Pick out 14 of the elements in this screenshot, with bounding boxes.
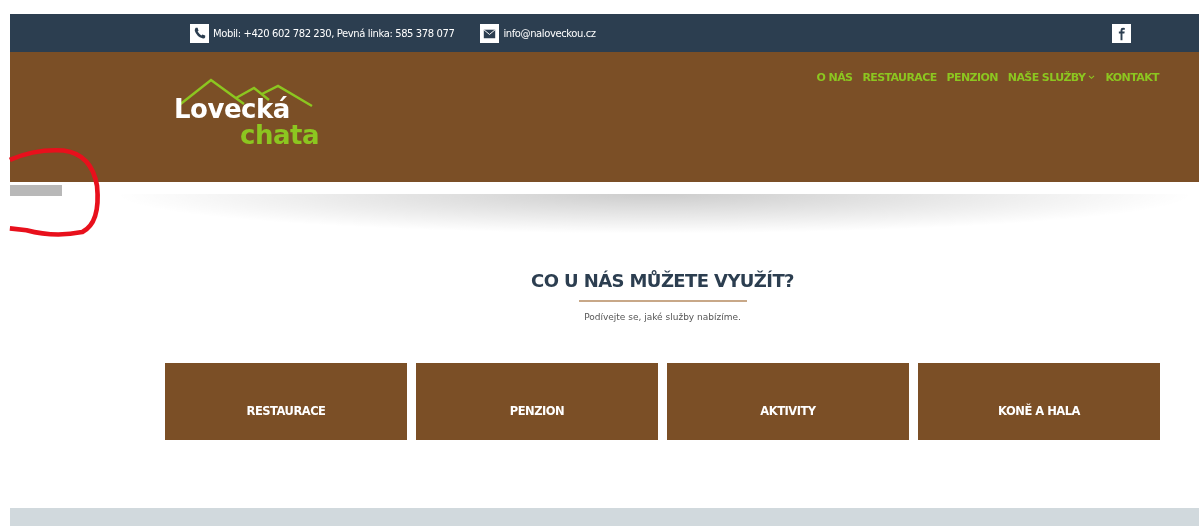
section-title: CO U NÁS MŮŽETE VYUŽÍT? <box>531 270 794 291</box>
service-card[interactable]: AKTIVITY <box>667 363 909 440</box>
service-card[interactable]: PENZION <box>416 363 658 440</box>
mail-icon <box>480 23 500 43</box>
service-card[interactable]: KONĚ A HALA <box>918 363 1160 440</box>
logo[interactable]: Lovecká chata <box>174 74 324 152</box>
phone-icon <box>190 23 209 43</box>
email-link[interactable]: info@naloveckou.cz <box>503 27 596 39</box>
section-subtitle: Podívejte se, jaké služby nabízíme. <box>584 312 741 322</box>
broken-image-icon <box>10 185 62 196</box>
service-card[interactable]: RESTAURACE <box>165 363 407 440</box>
caret-icon <box>1088 75 1096 80</box>
facebook-icon[interactable] <box>1112 23 1131 43</box>
phone-text: Mobil: +420 602 782 230, Pevná linka: 585 378 077 <box>213 27 455 39</box>
